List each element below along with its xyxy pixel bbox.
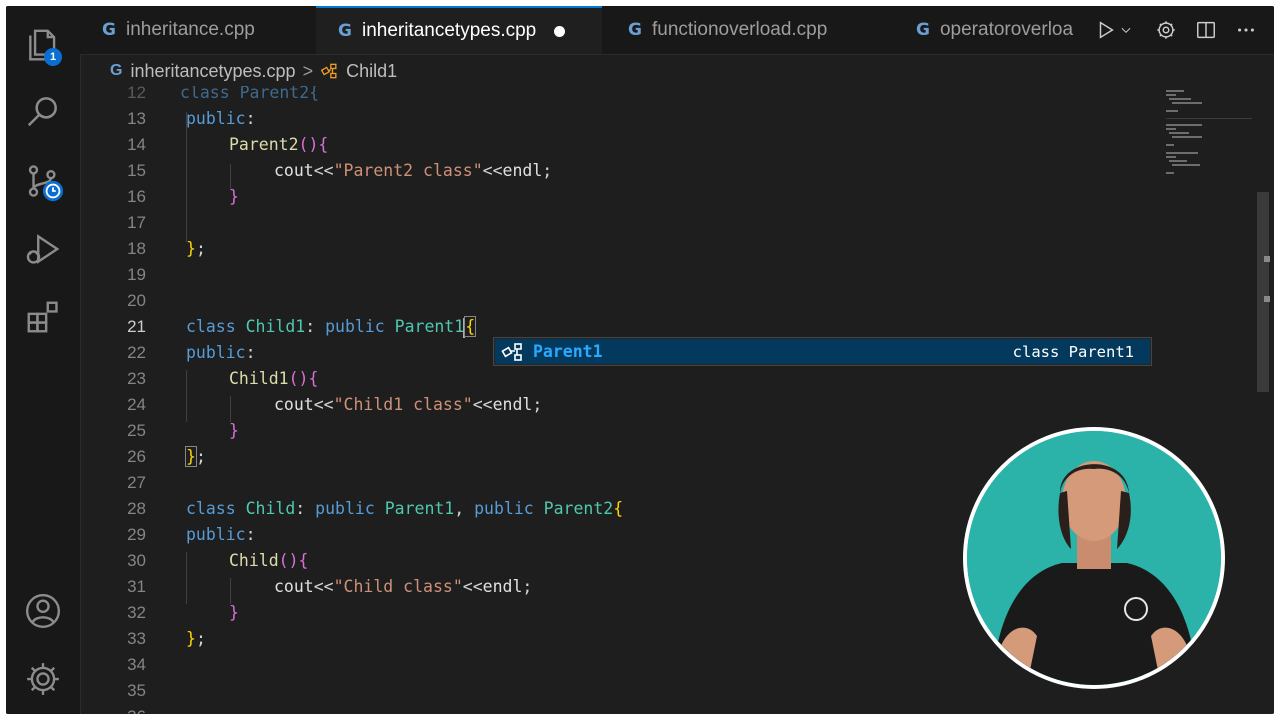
overview-ruler-mark bbox=[1264, 296, 1270, 302]
class-symbol-icon bbox=[320, 63, 337, 79]
code-line: 23 Child1(){ bbox=[127, 369, 319, 388]
suggestion-label: Parent1 bbox=[533, 342, 603, 361]
presenter-image bbox=[967, 431, 1221, 685]
tab-label: operatoroverloa bbox=[939, 19, 1074, 40]
code-line: 35 bbox=[127, 681, 146, 700]
split-editor-icon[interactable] bbox=[1192, 16, 1220, 44]
code-line: 36 bbox=[80, 704, 1180, 714]
breadcrumb-symbol[interactable]: Child1 bbox=[346, 61, 397, 82]
cpp-file-icon: G bbox=[338, 21, 352, 41]
breadcrumb-separator: > bbox=[302, 60, 314, 81]
code-line: 15 cout<<"Parent2 class"<<endl; bbox=[127, 161, 553, 180]
cpp-file-icon: G bbox=[102, 20, 116, 40]
code-line: 14 Parent2(){ bbox=[127, 135, 329, 154]
minimap[interactable] bbox=[1166, 90, 1246, 180]
vertical-scrollbar[interactable] bbox=[1252, 86, 1274, 714]
code-line: 12 class Parent2{ bbox=[127, 86, 320, 102]
tab-label: inheritance.cpp bbox=[125, 19, 255, 40]
code-line: 24 cout<<"Child1 class"<<endl; bbox=[127, 395, 543, 414]
code-line: 17 bbox=[127, 213, 146, 232]
breadcrumb-file[interactable]: inheritancetypes.cpp bbox=[130, 61, 295, 82]
autocomplete-popup: Parent1 class Parent1 bbox=[493, 337, 1152, 366]
tab-operatoroverload[interactable]: G operatoroverloa bbox=[894, 6, 1084, 54]
tab-inheritancetypes[interactable]: G inheritancetypes.cpp bbox=[316, 6, 602, 54]
cpp-file-icon: G bbox=[110, 62, 123, 79]
suggestion-item[interactable]: Parent1 class Parent1 bbox=[495, 339, 1150, 364]
code-line: 25} bbox=[127, 421, 239, 440]
manage-gear-icon[interactable] bbox=[20, 656, 66, 702]
vscode-window: 1 G inheritance.cpp G inheritancetypes.c… bbox=[6, 6, 1274, 714]
explorer-badge: 1 bbox=[44, 48, 62, 66]
run-debug-icon[interactable] bbox=[20, 226, 66, 272]
scrollbar-thumb[interactable] bbox=[1257, 192, 1269, 392]
suggestion-detail: class Parent1 bbox=[1012, 342, 1134, 361]
code-line: 16} bbox=[127, 187, 239, 206]
presenter-webcam bbox=[963, 427, 1225, 689]
tab-bar: G inheritance.cpp G inheritancetypes.cpp… bbox=[80, 6, 1274, 55]
code-line: 19 bbox=[127, 265, 146, 284]
class-symbol-icon bbox=[501, 342, 522, 361]
code-line: 18}; bbox=[127, 239, 206, 258]
overview-ruler-mark bbox=[1264, 256, 1270, 262]
tab-inheritance[interactable]: G inheritance.cpp bbox=[80, 6, 310, 54]
minimap-slider-edge bbox=[1166, 118, 1252, 119]
tab-label: inheritancetypes.cpp bbox=[361, 20, 537, 41]
clock-icon bbox=[42, 180, 64, 202]
unsaved-dot-icon[interactable] bbox=[554, 25, 566, 37]
cpp-file-icon: G bbox=[628, 20, 642, 40]
explorer-icon[interactable]: 1 bbox=[20, 22, 66, 68]
settings-icon[interactable] bbox=[1152, 16, 1180, 44]
code-line: 13 public: bbox=[127, 109, 256, 128]
extensions-icon[interactable] bbox=[20, 294, 66, 340]
source-control-icon[interactable] bbox=[20, 158, 66, 204]
search-icon[interactable] bbox=[20, 88, 66, 134]
more-icon[interactable] bbox=[1232, 16, 1260, 44]
account-icon[interactable] bbox=[20, 588, 66, 634]
cpp-file-icon: G bbox=[916, 20, 930, 40]
code-line: 20 bbox=[127, 291, 146, 310]
breadcrumb: G inheritancetypes.cpp > Child1 bbox=[110, 58, 397, 84]
activity-bar: 1 bbox=[6, 6, 81, 714]
chevron-down-icon[interactable] bbox=[1116, 16, 1136, 44]
tab-functionoverload[interactable]: G functionoverload.cpp bbox=[606, 6, 872, 54]
tab-label: functionoverload.cpp bbox=[651, 19, 828, 40]
